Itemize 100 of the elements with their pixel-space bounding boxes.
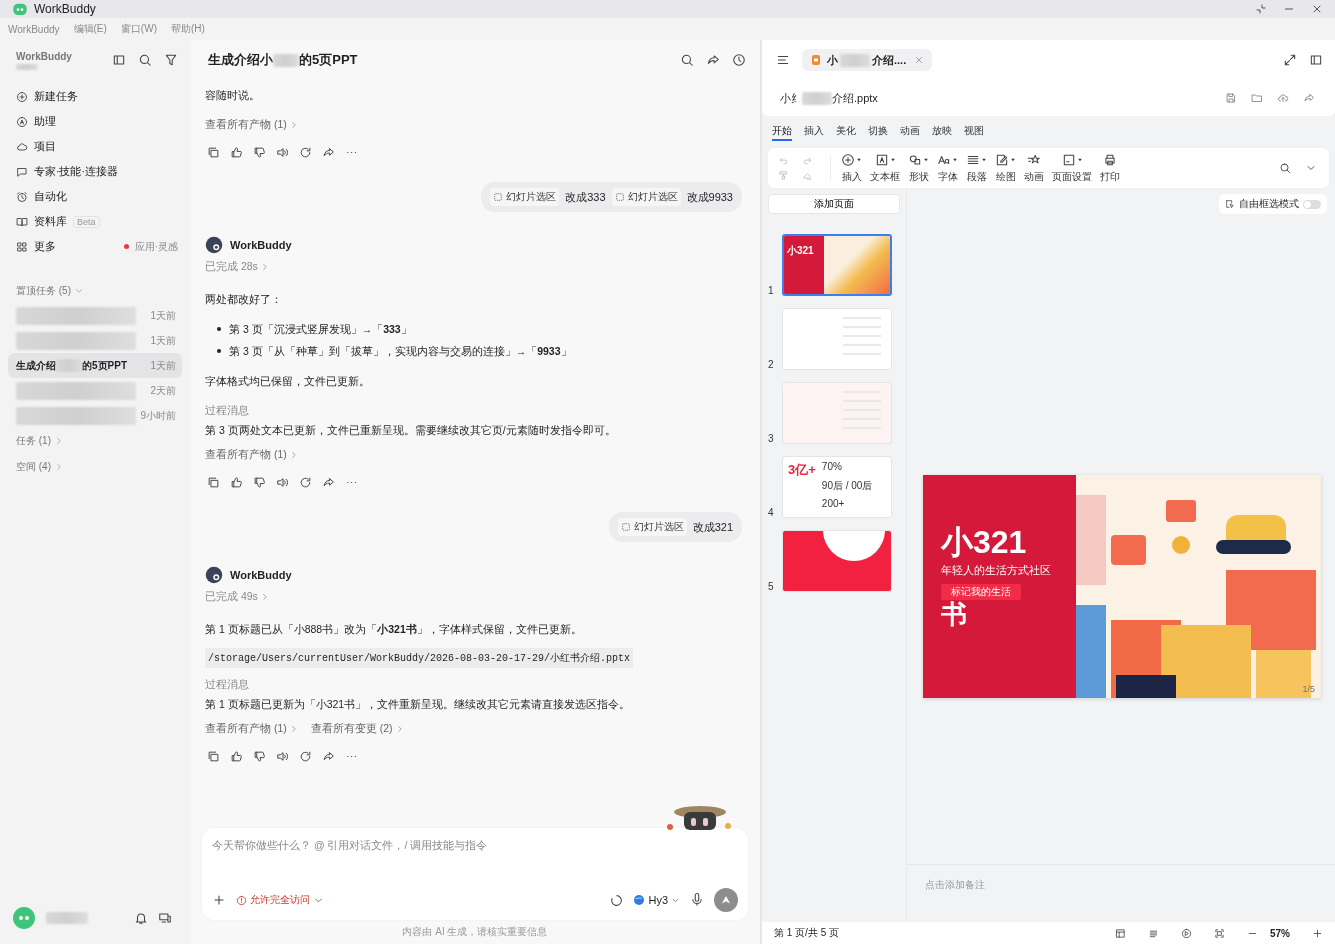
search-icon[interactable] [138,53,152,67]
thumbs-down-icon[interactable] [253,145,266,159]
blurred-text [46,912,88,924]
ribbon-tab[interactable]: 切换 [868,122,888,141]
nav-item[interactable]: 助理 [8,109,182,134]
menu-icon[interactable] [776,53,790,67]
artifacts-link[interactable]: 查看所有产物 (1) [205,448,299,462]
ribbon-tab[interactable]: 美化 [836,122,856,141]
upload-icon[interactable] [1277,92,1289,104]
layout-icon[interactable] [1115,927,1126,939]
nav-item[interactable]: 项目 [8,134,182,159]
ribbon-tool-button[interactable]: 打印 [1096,152,1124,184]
play-icon[interactable] [1181,927,1192,939]
ribbon-tab[interactable]: 动画 [900,122,920,141]
ribbon-tool-button[interactable]: 文本框 [866,152,904,184]
plus-icon[interactable] [212,893,226,907]
document-tab[interactable]: 小 介绍.... [802,49,933,71]
speaker-icon[interactable] [276,475,289,489]
message-composer[interactable]: 今天帮你做些什么？ @ 引用对话文件，/ 调用技能与指令 允许完全访问 Hy3 [202,828,748,920]
model-selector[interactable]: Hy3 [633,894,680,906]
message-text: 第 1 页标题已从「小888书」改为「小321书」，字体样式保留，文件已更新。 [205,622,583,637]
sidebar-toggle-icon[interactable] [112,53,126,67]
panel-icon[interactable] [1309,53,1323,67]
selection-chip[interactable]: 幻灯片选区 [617,518,687,536]
ribbon-tab[interactable]: 放映 [932,122,952,141]
task-item[interactable]: 生成介绍 的5页PPT 1天前 [8,353,182,378]
ribbon-tool-button[interactable]: 段落 [962,152,991,184]
bot-avatar-icon [205,236,223,254]
globe-icon [633,894,646,906]
refresh-icon[interactable] [299,475,312,489]
selection-chip[interactable]: 幻灯片选区 [611,188,681,206]
microphone-icon[interactable] [690,893,704,907]
artifacts-link[interactable]: 查看所有产物 (1) [205,722,299,736]
ribbon-tool-button[interactable]: 页面设置 [1048,152,1096,184]
funnel-icon[interactable] [164,53,178,67]
refresh-icon[interactable] [299,145,312,159]
share-icon[interactable] [322,145,335,159]
thumbs-up-icon[interactable] [230,145,243,159]
send-button[interactable] [714,888,738,912]
speaker-icon[interactable] [276,749,289,763]
expand-icon[interactable] [1283,53,1297,67]
thumbs-up-icon[interactable] [230,749,243,763]
history-icon[interactable] [732,53,746,67]
share-icon[interactable] [322,475,335,489]
chat-title-start: 生成介绍小 [208,51,273,69]
thumbs-up-icon[interactable] [230,475,243,489]
ribbon-tool-button[interactable]: 动画 [1020,152,1048,184]
pinned-tasks-header[interactable]: 置顶任务 (5) [8,279,182,303]
prompt-input[interactable]: 今天帮你做些什么？ @ 引用对话文件，/ 调用技能与指令 [212,836,738,854]
slide-thumbnail[interactable]: 小321 [782,234,892,296]
search-icon[interactable] [1279,162,1291,174]
toggle-switch[interactable] [1303,199,1321,209]
slide-thumbnail[interactable]: 3亿+ 70% 90后 / 00后 200+ [782,456,892,518]
search-icon[interactable] [680,53,694,67]
ribbon-tool-button[interactable]: 插入 [837,152,866,184]
selection-chip[interactable]: 幻灯片选区 [490,188,560,206]
thumbs-down-icon[interactable] [253,475,266,489]
save-icon[interactable] [1225,92,1237,104]
free-select-toggle[interactable]: 自由框选模式 [1219,194,1327,214]
completion-status[interactable]: 已完成 49s [205,590,270,604]
section-link[interactable]: 空间 (4) [8,454,182,480]
copy-icon[interactable] [207,475,220,489]
share-icon[interactable] [322,749,335,763]
ribbon-tab[interactable]: 视图 [964,122,984,141]
nav-item[interactable]: 自动化 [8,184,182,209]
copy-icon[interactable] [207,749,220,763]
chevron-right-icon [54,436,64,446]
nav-item[interactable]: 专家·技能·连接器 [8,159,182,184]
ribbon-tab[interactable]: 插入 [804,122,824,141]
ribbon-tool-button[interactable]: 形状 [904,152,933,184]
folder-icon[interactable] [1251,92,1263,104]
ribbon-tool-button[interactable]: 绘图 [991,152,1020,184]
copy-icon[interactable] [207,145,220,159]
refresh-icon[interactable] [299,749,312,763]
selection-box-icon [620,522,631,532]
nav-item[interactable]: 新建任务 [8,84,182,109]
ribbon-tab[interactable]: 开始 [772,122,792,141]
slide-thumbnail[interactable] [782,382,892,444]
speaker-icon[interactable] [276,145,289,159]
artifacts-link[interactable]: 查看所有变更 (2) [310,722,405,736]
nav-item[interactable]: 资料库 Beta [8,209,182,234]
artifacts-link[interactable]: 查看所有产物 (1) [205,118,299,132]
slide-thumbnail[interactable] [782,308,892,370]
nav-item[interactable]: 更多 应用·灵感 [8,234,182,259]
access-dropdown[interactable]: 允许完全访问 [236,893,324,907]
thumbs-down-icon[interactable] [253,749,266,763]
completion-status[interactable]: 已完成 28s [205,260,270,274]
section-link[interactable]: 任务 (1) [8,428,182,454]
thumbnail-text: 70% [821,461,843,473]
fit-screen-icon[interactable] [1214,927,1225,939]
ribbon-tool-button[interactable]: 字体 [933,152,962,184]
zoom-in-icon[interactable] [1312,927,1323,939]
bell-icon[interactable] [134,911,148,925]
share-icon[interactable] [706,53,720,67]
thumbnail-text: 小321 [787,245,814,256]
devices-icon[interactable] [158,911,172,925]
add-page-button[interactable]: 添加页面 [768,194,900,214]
slide-number: 3 [768,433,775,444]
close-icon[interactable] [1311,3,1323,15]
slide-thumbnail[interactable] [782,530,892,592]
